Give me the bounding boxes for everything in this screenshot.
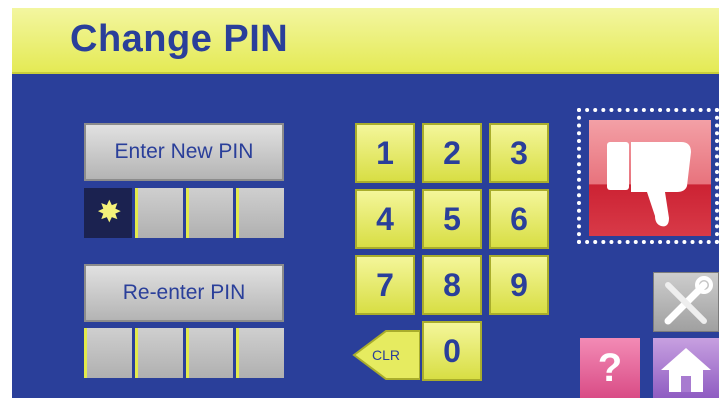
key-8[interactable]: 8 xyxy=(422,255,482,315)
key-3[interactable]: 3 xyxy=(489,123,549,183)
reenter-pin-digit-3 xyxy=(185,328,234,378)
reenter-pin-digit-1 xyxy=(84,328,132,378)
settings-button[interactable] xyxy=(653,272,719,332)
page-title: Change PIN xyxy=(70,18,289,60)
new-pin-digit-1: ✸ xyxy=(84,188,132,238)
key-1[interactable]: 1 xyxy=(355,123,415,183)
reenter-pin-label: Re-enter PIN xyxy=(84,264,284,322)
key-5[interactable]: 5 xyxy=(422,189,482,249)
key-7[interactable]: 7 xyxy=(355,255,415,315)
key-2[interactable]: 2 xyxy=(422,123,482,183)
key-9[interactable]: 9 xyxy=(489,255,549,315)
key-6[interactable]: 6 xyxy=(489,189,549,249)
thumbs-down-icon xyxy=(607,142,691,227)
home-icon xyxy=(661,348,711,392)
new-pin-digit-2 xyxy=(134,188,183,238)
app-window: Change PIN Enter New PIN ✸ Re-enter PIN … xyxy=(12,8,719,398)
new-pin-digit-4 xyxy=(236,188,284,238)
cancel-button-face xyxy=(589,120,711,236)
reenter-pin-digit-4 xyxy=(236,328,284,378)
cursor-star-icon: ✸ xyxy=(96,196,122,229)
home-button[interactable] xyxy=(653,338,719,398)
reenter-pin-digit-2 xyxy=(134,328,183,378)
new-pin-field[interactable]: ✸ xyxy=(84,188,284,238)
new-pin-digit-3 xyxy=(185,188,234,238)
tools-icon xyxy=(664,276,713,325)
cancel-button[interactable] xyxy=(577,108,719,244)
new-pin-label: Enter New PIN xyxy=(84,123,284,181)
title-bar: Change PIN xyxy=(12,8,719,74)
key-0[interactable]: 0 xyxy=(422,321,482,381)
help-button[interactable]: ? xyxy=(580,338,640,398)
reenter-pin-field[interactable] xyxy=(84,328,284,378)
key-4[interactable]: 4 xyxy=(355,189,415,249)
clear-label: CLR xyxy=(372,347,401,363)
clear-button[interactable]: CLR xyxy=(352,328,421,382)
help-icon: ? xyxy=(597,345,623,390)
